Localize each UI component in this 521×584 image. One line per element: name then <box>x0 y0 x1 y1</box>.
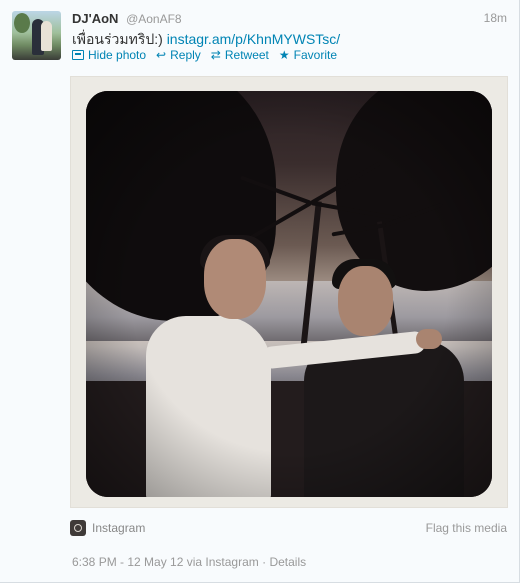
tweet-meta: 6:38 PM - 12 May 12 via Instagram · Deta… <box>72 555 306 569</box>
favorite-label: Favorite <box>293 48 338 62</box>
tweet-link[interactable]: instagr.am/p/KhnMYWSTsc/ <box>167 31 341 47</box>
user-full-name[interactable]: DJ'AoN <box>72 11 118 26</box>
retweet-icon: ⇄ <box>210 48 221 62</box>
avatar[interactable] <box>12 11 61 60</box>
flag-media-link[interactable]: Flag this media <box>426 521 507 535</box>
tweet-date-link[interactable]: 6:38 PM - 12 May 12 <box>72 555 183 569</box>
tweet-timestamp[interactable]: 18m <box>484 11 507 25</box>
photo-icon <box>72 50 84 60</box>
hide-photo-button[interactable]: Hide photo <box>72 48 146 62</box>
reply-icon: ↩ <box>156 48 167 62</box>
via-source-link[interactable]: Instagram <box>205 555 258 569</box>
favorite-button[interactable]: ★ Favorite <box>279 48 337 62</box>
retweet-button[interactable]: ⇄ Retweet <box>211 48 269 62</box>
details-link[interactable]: Details <box>269 555 306 569</box>
star-icon: ★ <box>278 48 290 62</box>
media-provider[interactable]: Instagram <box>92 521 145 535</box>
tweet-text-body: เพื่อนร่วมทริป:) <box>72 31 167 47</box>
via-text: via <box>183 555 206 569</box>
retweet-label: Retweet <box>224 48 269 62</box>
instagram-icon[interactable] <box>70 520 86 536</box>
user-handle[interactable]: @AonAF8 <box>126 12 182 26</box>
meta-separator: · <box>258 555 270 569</box>
photo-vignette <box>86 91 492 497</box>
tweet-container: DJ'AoN @AonAF8 18m เพื่อนร่วมทริป:) inst… <box>0 0 520 583</box>
tweet-actions: Hide photo ↩ Reply ⇄ Retweet ★ Favorite <box>72 48 337 62</box>
media-photo[interactable] <box>86 91 492 497</box>
reply-button[interactable]: ↩ Reply <box>156 48 201 62</box>
avatar-tree <box>14 13 30 33</box>
hide-photo-label: Hide photo <box>88 48 147 62</box>
avatar-person <box>41 21 52 51</box>
reply-label: Reply <box>170 48 201 62</box>
tweet-header: DJ'AoN @AonAF8 <box>72 11 182 26</box>
